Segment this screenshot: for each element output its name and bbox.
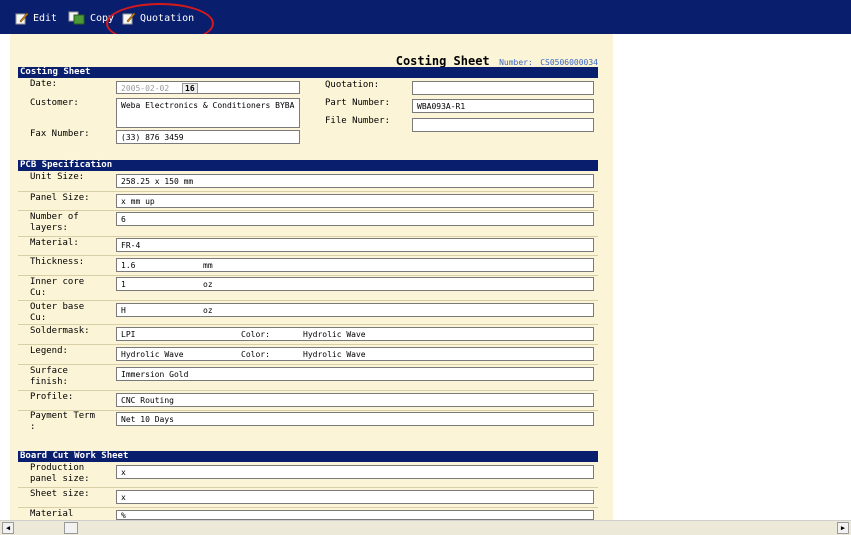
part-number-field[interactable]: WBA093A-R1 [412, 99, 594, 113]
inner-core-field[interactable]: 1 oz [116, 277, 594, 291]
outer-base-unit: oz [203, 306, 213, 315]
unit-size-label: Unit Size: [30, 172, 85, 182]
scroll-right-icon[interactable]: ▶ [837, 522, 849, 534]
material-label: Material: [30, 238, 79, 248]
layers-field[interactable]: 6 [116, 212, 594, 226]
payment-term-field[interactable]: Net 10 Days [116, 412, 594, 426]
edit-icon [15, 12, 29, 25]
thickness-unit: mm [203, 261, 213, 270]
legend-label: Legend: [30, 346, 68, 356]
unit-size-field[interactable]: 258.25 x 150 mm [116, 174, 594, 188]
soldermask-label: Soldermask: [30, 326, 90, 336]
material-field[interactable]: FR-4 [116, 238, 594, 252]
scroll-left-icon[interactable]: ◀ [2, 522, 14, 534]
pcb-section-header: PCB Specification [18, 160, 598, 171]
outer-base-value: H [121, 306, 126, 315]
soldermask-field[interactable]: LPI Color: Hydrolic Wave [116, 327, 594, 341]
sheet-number-label: Number: [499, 58, 533, 67]
quotation-button[interactable]: Quotation [122, 9, 194, 27]
toolbar: Edit Copy Quotation [0, 0, 851, 44]
divider [18, 390, 598, 391]
legend-color-label: Color: [241, 350, 270, 359]
surface-finish-field[interactable]: Immersion Gold [116, 367, 594, 381]
thickness-label: Thickness: [30, 257, 85, 267]
divider [18, 364, 598, 365]
file-number-label: File Number: [325, 116, 391, 126]
sheet-size-field[interactable]: x [116, 490, 594, 504]
soldermask-color-value: Hydrolic Wave [303, 330, 366, 339]
date-picker-button[interactable]: 16 [182, 83, 198, 93]
edit-label: Edit [33, 12, 58, 24]
part-number-label: Part Number: [325, 98, 391, 108]
divider [18, 487, 598, 488]
legend-color-value: Hydrolic Wave [303, 350, 366, 359]
file-number-field[interactable] [412, 118, 594, 132]
payment-term-label: Payment Term : [30, 411, 96, 432]
sheet-title: Costing Sheet [395, 54, 490, 68]
outer-base-label: Outer base Cu: [30, 302, 85, 323]
divider [18, 210, 598, 211]
copy-label: Copy [90, 12, 115, 24]
divider [18, 344, 598, 345]
divider [18, 410, 598, 411]
copy-icon [68, 11, 85, 25]
quotation-field[interactable] [412, 81, 594, 95]
divider [18, 191, 598, 192]
scrollbar-thumb[interactable] [64, 522, 78, 534]
sheet-number: CS0506000034 [540, 58, 598, 67]
material-cut-label: Material [30, 509, 74, 519]
divider [18, 255, 598, 256]
divider [18, 236, 598, 237]
divider [18, 507, 598, 508]
legend-value: Hydrolic Wave [121, 350, 184, 359]
fax-label: Fax Number: [30, 129, 90, 139]
soldermask-color-label: Color: [241, 330, 270, 339]
inner-core-unit: oz [203, 280, 213, 289]
profile-label: Profile: [30, 392, 74, 402]
divider [18, 275, 598, 276]
customer-label: Customer: [30, 98, 79, 108]
copy-button[interactable]: Copy [68, 9, 114, 27]
quotation-icon [122, 12, 136, 25]
date-field[interactable]: 2005-02-02 16 [116, 81, 300, 94]
quotation-label: Quotation [140, 12, 195, 24]
divider [18, 324, 598, 325]
date-value: 2005-02-02 [121, 84, 170, 93]
sheet-size-label: Sheet size: [30, 489, 90, 499]
inner-core-value: 1 [121, 280, 126, 289]
material-cut-field[interactable]: % [116, 510, 594, 520]
costing-section-header: Costing Sheet [18, 67, 598, 78]
customer-field[interactable]: Weba Electronics & Conditioners BYBA [116, 98, 300, 128]
thickness-field[interactable]: 1.6 mm [116, 258, 594, 272]
fax-field[interactable]: (33) 876 3459 [116, 130, 300, 144]
quotation-field-label: Quotation: [325, 80, 380, 90]
panel-size-field[interactable]: x mm up [116, 194, 594, 208]
thickness-value: 1.6 [121, 261, 136, 270]
soldermask-value: LPI [121, 330, 136, 339]
inner-core-label: Inner core Cu: [30, 277, 85, 298]
board-cut-section-header: Board Cut Work Sheet [18, 451, 598, 462]
layers-label: Number of layers: [30, 212, 79, 233]
legend-field[interactable]: Hydrolic Wave Color: Hydrolic Wave [116, 347, 594, 361]
sheet-header: Costing Sheet Number: CS0506000034 [18, 54, 598, 68]
date-label: Date: [30, 79, 58, 89]
production-panel-label: Production panel size: [30, 463, 90, 484]
surface-finish-label: Surface finish: [30, 366, 68, 387]
horizontal-scrollbar[interactable]: ◀ ▶ [0, 520, 851, 535]
production-panel-field[interactable]: x [116, 465, 594, 479]
edit-button[interactable]: Edit [15, 9, 57, 27]
outer-base-field[interactable]: H oz [116, 303, 594, 317]
divider [18, 300, 598, 301]
panel-size-label: Panel Size: [30, 193, 90, 203]
profile-field[interactable]: CNC Routing [116, 393, 594, 407]
